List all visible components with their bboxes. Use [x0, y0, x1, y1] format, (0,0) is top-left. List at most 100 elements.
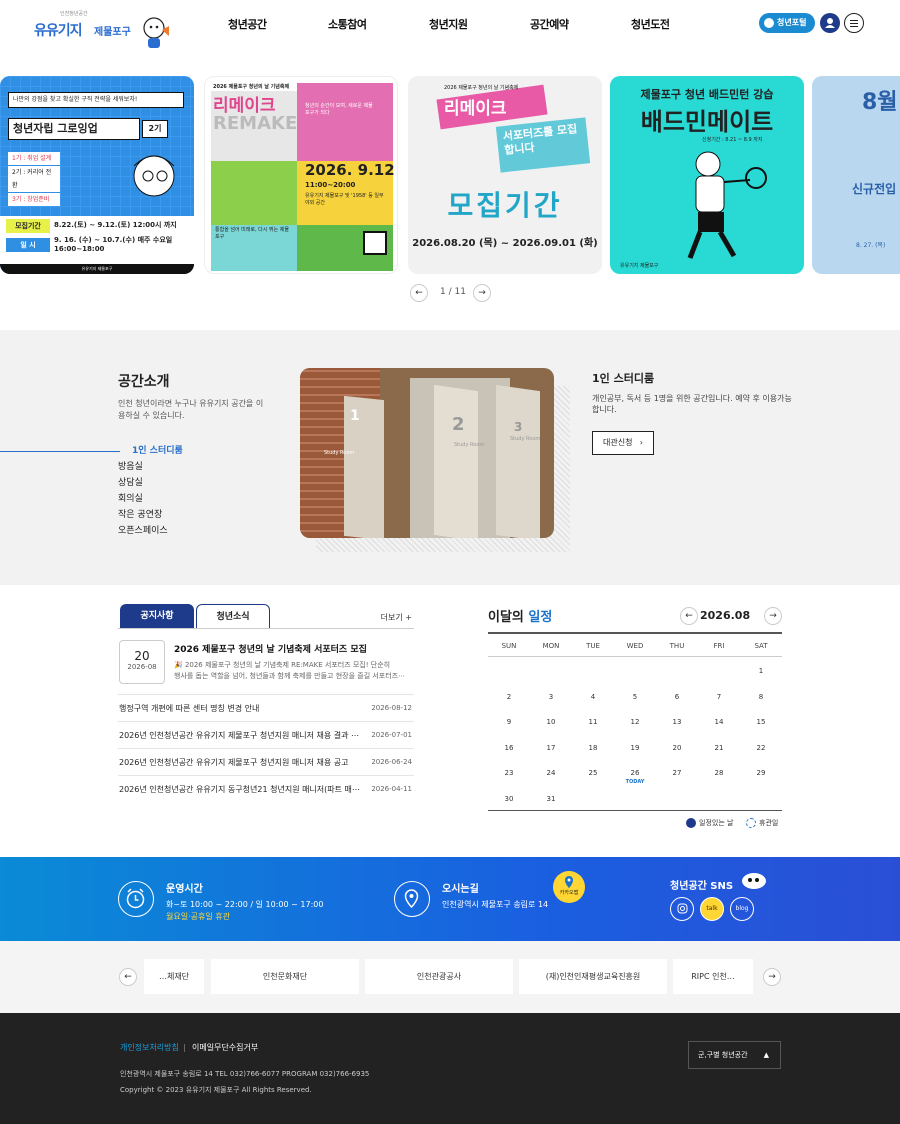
kakao-map-button[interactable]: 카카오맵 [553, 871, 585, 903]
calendar-day[interactable]: 13 [656, 718, 698, 726]
location-pin-icon [394, 881, 430, 917]
instagram-button[interactable] [670, 897, 694, 921]
calendar-day[interactable]: 17 [530, 744, 572, 752]
menu-line [850, 26, 858, 27]
space-intro-section: 공간소개 인천 청년이라면 누구나 유유기지 공간을 이용하실 수 있습니다. … [0, 330, 900, 585]
banner-card-remake[interactable]: 2026 제물포구 청년의 날 기념축제 리메이크 REMAKE 청년의 순간이… [204, 76, 398, 274]
calendar-day[interactable]: 8 [740, 693, 782, 701]
calendar-day[interactable]: 21 [698, 744, 740, 752]
notice-row[interactable]: 2026년 인천청년공간 유유기지 동구청년21 청년지원 매니저(파트 매⋯ 2… [118, 775, 414, 802]
badminton-player-icon [687, 151, 767, 259]
holiday-text: 월요일·공휴일 휴관 [166, 912, 230, 921]
calendar-day[interactable]: 5 [614, 693, 656, 701]
calendar-day[interactable]: 29 [740, 769, 782, 777]
calendar-day[interactable]: 18 [572, 744, 614, 752]
calendar-day[interactable]: 20 [656, 744, 698, 752]
event-day-icon [686, 818, 696, 828]
calendar-next-button[interactable]: → [764, 607, 782, 625]
space-item-small-stage[interactable]: 작은 공연장 [118, 507, 183, 523]
nav-youth-support[interactable]: 청년지원 [429, 16, 468, 32]
calendar-day[interactable]: 14 [698, 718, 740, 726]
calendar-day[interactable]: 6 [656, 693, 698, 701]
nav-challenge[interactable]: 청년도전 [631, 16, 670, 32]
featured-notice[interactable]: 20 2026-08 2026 제물포구 청년의 날 기념축제 서포터즈 모집 … [118, 636, 414, 692]
space-item-open-space[interactable]: 오픈스페이스 [118, 523, 183, 539]
calendar-day[interactable]: 1 [740, 667, 782, 675]
notice-row[interactable]: 2026년 인천청년공간 유유기지 제물포구 청년지원 매니저 채용 공고 202… [118, 748, 414, 775]
card2-desc: 청년의 순간이 모여, 새로운 제물포구가 되다 [305, 103, 373, 116]
youth-portal-button[interactable]: 청년포털 [759, 13, 815, 33]
photo-room-number: 2 [452, 414, 465, 435]
banner-card-newcomer[interactable]: 8월 신규전입 8. 27. (목) [812, 76, 900, 274]
calendar-day[interactable]: 25 [572, 769, 614, 777]
slider-prev-button[interactable]: ← [410, 284, 428, 302]
calendar-bottom-rule [488, 810, 782, 811]
tab-notice[interactable]: 공지사항 [120, 604, 194, 628]
site-logo[interactable]: 인천청년공간 유유기지 제물포구 [34, 10, 169, 50]
privacy-policy-link[interactable]: 개인정보처리방침 [120, 1042, 179, 1053]
notice-row[interactable]: 2026년 인천청년공간 유유기지 제물포구 청년지원 매니저 채용 결과 ⋯ 2… [118, 721, 414, 748]
partner-prev-button[interactable]: ← [119, 968, 137, 986]
calendar-day[interactable]: 3 [530, 693, 572, 701]
room-desc: 개인공부, 독서 등 1명을 위한 공간입니다. 예약 후 이용가능합니다. [592, 394, 792, 414]
banner-card-growing-up[interactable]: 나만의 강점을 찾고 확실한 구직 전략을 세워보자! 청년자립 그로잉업 2기… [0, 76, 194, 274]
space-item-soundproof[interactable]: 방음실 [118, 459, 183, 475]
calendar-day[interactable]: 10 [530, 718, 572, 726]
kakao-talk-button[interactable]: talk [700, 897, 724, 921]
calendar-prev-button[interactable]: ← [680, 607, 698, 625]
nav-reservation[interactable]: 공간예약 [530, 16, 569, 32]
partner-card[interactable]: …체재단 [144, 959, 204, 994]
notice-title: 2026년 인천청년공간 유유기지 동구청년21 청년지원 매니저(파트 매⋯ [119, 785, 360, 794]
nav-communication[interactable]: 소통참여 [328, 16, 367, 32]
partner-card[interactable]: (재)인천인재평생교육진흥원 [519, 959, 667, 994]
calendar-day[interactable]: 16 [488, 744, 530, 752]
slider-next-button[interactable]: → [473, 284, 491, 302]
calendar-day[interactable]: 12 [614, 718, 656, 726]
calendar-day[interactable]: 11 [572, 718, 614, 726]
calendar-day[interactable]: 9 [488, 718, 530, 726]
email-refusal-link[interactable]: 이메일무단수집거부 [192, 1042, 258, 1053]
calendar-day[interactable]: 27 [656, 769, 698, 777]
space-item-meeting[interactable]: 회의실 [118, 491, 183, 507]
calendar-day[interactable]: 2 [488, 693, 530, 701]
calendar-day[interactable]: 7 [698, 693, 740, 701]
card2-date: 2026. 9.12 [305, 161, 395, 179]
mascot-logo-icon [143, 17, 169, 48]
space-item-counseling[interactable]: 상담실 [118, 475, 183, 491]
partner-card[interactable]: 인천문화재단 [211, 959, 359, 994]
site-footer: 개인정보처리방침 이메일무단수집거부 인천광역시 제물포구 송림로 14 TEL… [0, 1013, 900, 1124]
calendar-day[interactable]: 31 [530, 795, 572, 803]
tab-youth-news[interactable]: 청년소식 [196, 604, 270, 628]
kakao-map-label: 카카오맵 [559, 890, 579, 896]
calendar-day[interactable]: 24 [530, 769, 572, 777]
banner-card-badminton[interactable]: 제물포구 청년 배드민턴 강습 배드민메이트 신청기간 : 8.21 ~ 8.9… [610, 76, 804, 274]
rental-apply-button[interactable]: 대관신청 › [592, 431, 654, 455]
student-illustration-icon [133, 155, 175, 197]
calendar-header-rule [488, 656, 782, 657]
notice-row[interactable]: 행정구역 개편에 따른 센터 명칭 변경 안내 2026-08-12 [118, 694, 414, 721]
calendar-day[interactable]: 15 [740, 718, 782, 726]
calendar-title-pre: 이달의 [488, 610, 529, 625]
calendar-day[interactable]: 30 [488, 795, 530, 803]
weekday-header: TUE [586, 642, 600, 650]
user-button[interactable] [820, 13, 840, 33]
calendar-top-rule [488, 632, 782, 634]
calendar-day[interactable]: 28 [698, 769, 740, 777]
calendar-day[interactable]: 4 [572, 693, 614, 701]
hamburger-menu-button[interactable] [844, 13, 864, 33]
more-link[interactable]: 더보기 + [381, 612, 412, 623]
blog-button[interactable]: blog [730, 897, 754, 921]
space-item-study-room[interactable]: 1인 스터디룸 [118, 443, 183, 459]
footer-address: 인천광역시 제물포구 송림로 14 TEL 032)766-6077 PROGR… [120, 1070, 370, 1078]
partner-next-button[interactable]: → [763, 968, 781, 986]
district-youth-space-select[interactable]: 군,구별 청년공간 ▲ [688, 1041, 781, 1069]
calendar-day[interactable]: 23 [488, 769, 530, 777]
calendar-day[interactable]: 19 [614, 744, 656, 752]
calendar-day[interactable]: 22 [740, 744, 782, 752]
partner-card[interactable]: RIPC 인천… [673, 959, 753, 994]
banner-card-supporters[interactable]: 2026 제물포구 청년의 날 기념축제 리메이크 서포터즈를 모집합니다 모집… [408, 76, 602, 274]
nav-youth-space[interactable]: 청년공간 [228, 16, 267, 32]
partner-card[interactable]: 인천관광공사 [365, 959, 513, 994]
calendar-day[interactable]: 26 [614, 769, 656, 777]
card1-top: 나만의 강점을 찾고 확실한 구직 전략을 세워보자! [8, 92, 184, 108]
